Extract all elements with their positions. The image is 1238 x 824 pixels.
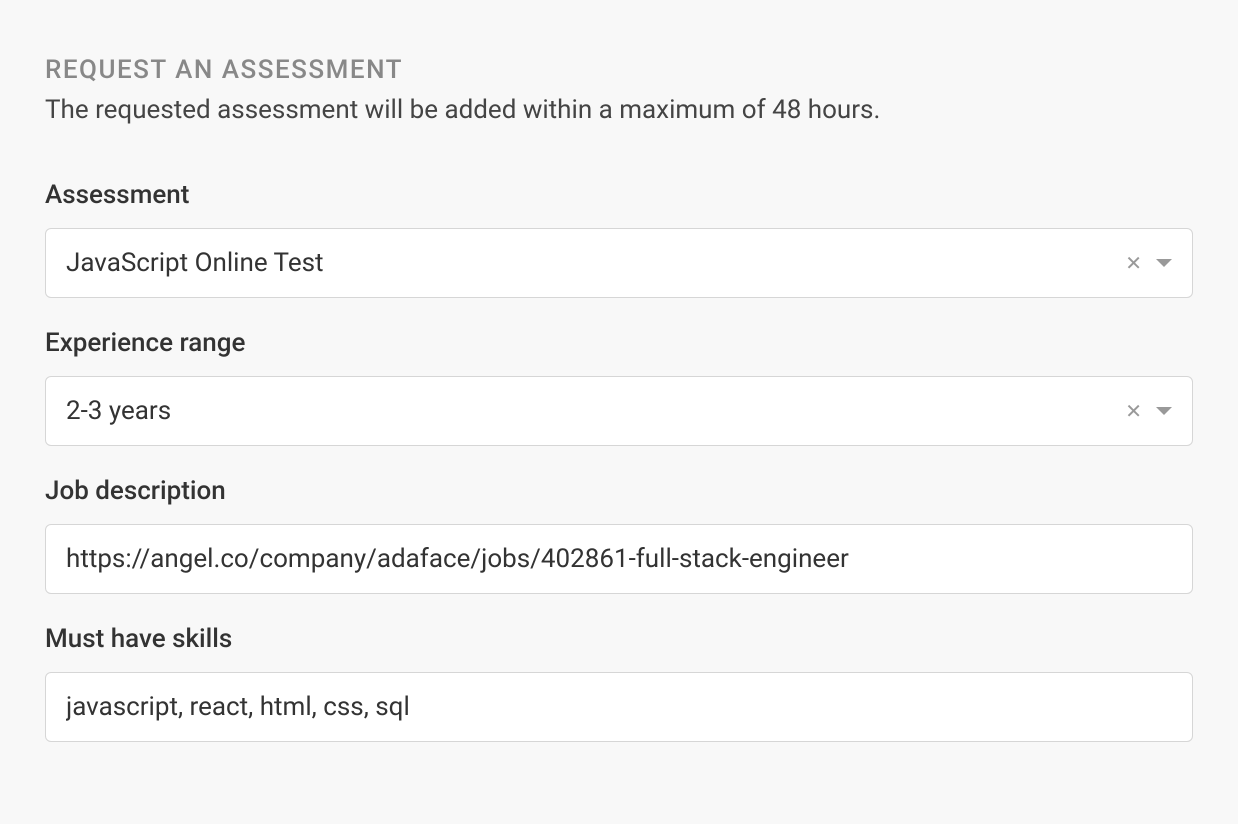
experience-range-label: Experience range bbox=[45, 328, 1193, 358]
assessment-field-group: Assessment JavaScript Online Test ✕ bbox=[45, 180, 1193, 298]
experience-range-select-icons: ✕ bbox=[1125, 401, 1172, 421]
job-description-label: Job description bbox=[45, 476, 1193, 506]
close-icon[interactable]: ✕ bbox=[1125, 253, 1142, 273]
chevron-down-icon[interactable] bbox=[1156, 407, 1172, 415]
assessment-select-value: JavaScript Online Test bbox=[66, 248, 324, 278]
must-have-skills-label: Must have skills bbox=[45, 624, 1193, 654]
page-subtitle: The requested assessment will be added w… bbox=[45, 95, 1193, 125]
must-have-skills-field-group: Must have skills bbox=[45, 624, 1193, 742]
experience-range-field-group: Experience range 2-3 years ✕ bbox=[45, 328, 1193, 446]
job-description-input[interactable] bbox=[45, 524, 1193, 594]
experience-range-select[interactable]: 2-3 years ✕ bbox=[45, 376, 1193, 446]
must-have-skills-input[interactable] bbox=[45, 672, 1193, 742]
assessment-label: Assessment bbox=[45, 180, 1193, 210]
assessment-select[interactable]: JavaScript Online Test ✕ bbox=[45, 228, 1193, 298]
job-description-field-group: Job description bbox=[45, 476, 1193, 594]
experience-range-select-value: 2-3 years bbox=[66, 396, 171, 426]
page-title: REQUEST AN ASSESSMENT bbox=[45, 55, 1193, 85]
assessment-select-icons: ✕ bbox=[1125, 253, 1172, 273]
close-icon[interactable]: ✕ bbox=[1125, 401, 1142, 421]
chevron-down-icon[interactable] bbox=[1156, 259, 1172, 267]
